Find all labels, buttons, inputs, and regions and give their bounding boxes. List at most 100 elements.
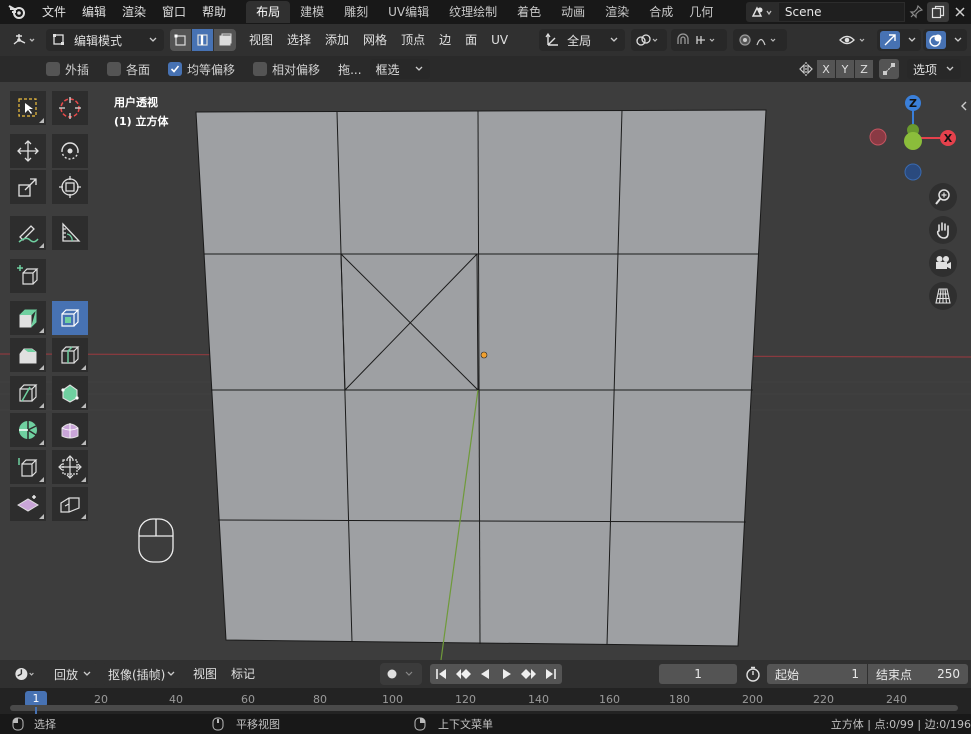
menu-view[interactable]: 视图 <box>242 29 280 51</box>
checkbox-even-offset[interactable] <box>168 62 183 76</box>
face-select-button[interactable] <box>214 29 236 51</box>
keying-menu[interactable]: 抠像(插帧) <box>102 663 182 685</box>
snapping-toggle[interactable] <box>671 29 728 51</box>
checkbox-extrapolate[interactable] <box>46 62 60 76</box>
menu-file[interactable]: 文件 <box>34 0 74 24</box>
timeline-scrollbar[interactable] <box>10 705 958 711</box>
mode-selector[interactable]: 编辑模式 <box>46 29 164 51</box>
auto-merge-button[interactable] <box>879 59 899 79</box>
start-frame-field[interactable]: 起始 1 <box>767 664 868 684</box>
tool-shrink-fatten[interactable] <box>52 450 88 484</box>
tool-move[interactable] <box>10 134 46 168</box>
tool-rip-region[interactable] <box>52 487 88 521</box>
tool-measure[interactable] <box>52 216 88 250</box>
mirror-y-toggle[interactable]: Y <box>836 60 854 78</box>
pan-button[interactable] <box>929 216 957 244</box>
end-frame-field[interactable]: 结束点 250 <box>868 664 969 684</box>
sidebar-toggle-arrow[interactable] <box>958 98 970 114</box>
blender-logo-icon[interactable] <box>0 0 34 24</box>
tool-bevel[interactable] <box>10 338 46 372</box>
tab-uv-editing[interactable]: UV编辑 <box>378 1 439 23</box>
proportional-editing-toggle[interactable] <box>733 29 788 51</box>
jump-start-button[interactable] <box>430 664 453 684</box>
tool-loop-cut[interactable] <box>52 338 88 372</box>
tab-shading[interactable]: 着色 <box>507 1 551 23</box>
menu-edit[interactable]: 编辑 <box>74 0 114 24</box>
play-reverse-button[interactable] <box>474 664 497 684</box>
tab-layout[interactable]: 布局 <box>246 1 291 23</box>
perspective-toggle-button[interactable] <box>929 282 957 310</box>
tool-select-box[interactable] <box>10 91 46 125</box>
camera-view-button[interactable] <box>929 249 957 277</box>
tab-modeling[interactable]: 建模 <box>290 1 334 23</box>
tool-rotate[interactable] <box>52 134 88 168</box>
tool-shear[interactable] <box>10 487 46 521</box>
tool-extrude[interactable] <box>10 301 46 335</box>
scene-browse-button[interactable] <box>746 2 778 22</box>
transform-orientation-selector[interactable]: 全局 <box>539 29 626 51</box>
tab-texture-paint[interactable]: 纹理绘制 <box>439 1 507 23</box>
edge-select-button[interactable] <box>192 29 214 51</box>
tool-annotate[interactable] <box>10 216 46 250</box>
timeline-editor-type[interactable] <box>10 663 42 685</box>
timeline-ruler[interactable]: 1 20 40 60 80 100 120 140 160 180 200 22… <box>0 688 971 714</box>
mirror-x-toggle[interactable]: X <box>817 60 835 78</box>
menu-add[interactable]: 添加 <box>318 29 356 51</box>
navigation-gizmo[interactable]: Z X <box>866 92 960 186</box>
drag-selector[interactable]: 框选 <box>369 59 430 79</box>
menu-select[interactable]: 选择 <box>280 29 318 51</box>
tool-scale[interactable] <box>10 170 46 204</box>
checkbox-relative-offset[interactable] <box>253 62 268 76</box>
checkbox-individual[interactable] <box>107 62 122 76</box>
tool-knife[interactable] <box>10 376 46 410</box>
gizmo-toggle[interactable] <box>877 29 921 51</box>
mirror-icon[interactable] <box>795 59 817 79</box>
tool-transform[interactable] <box>52 170 88 204</box>
option-relative-offset[interactable]: 相对偏移 <box>253 61 320 78</box>
tab-sculpting[interactable]: 雕刻 <box>334 1 378 23</box>
next-keyframe-button[interactable] <box>518 664 541 684</box>
3d-viewport[interactable]: 用户透视 (1) 立方体 Z X <box>0 82 971 660</box>
current-frame-field[interactable]: 1 <box>659 664 738 684</box>
new-scene-button[interactable] <box>927 2 950 22</box>
option-extrapolate[interactable]: 外插 <box>46 61 89 78</box>
tool-inset-faces[interactable] <box>52 301 88 335</box>
delete-scene-button[interactable] <box>949 2 971 22</box>
menu-face[interactable]: 面 <box>458 29 484 51</box>
option-individual[interactable]: 各面 <box>107 61 150 78</box>
menu-mesh[interactable]: 网格 <box>356 29 394 51</box>
zoom-button[interactable] <box>929 183 957 211</box>
menu-window[interactable]: 窗口 <box>154 0 194 24</box>
tool-edge-slide[interactable] <box>10 450 46 484</box>
overlays-toggle[interactable] <box>923 29 967 51</box>
tool-poly-build[interactable] <box>52 376 88 410</box>
tool-smooth[interactable] <box>52 413 88 447</box>
menu-help[interactable]: 帮助 <box>194 0 234 24</box>
prev-keyframe-button[interactable] <box>452 664 475 684</box>
jump-end-button[interactable] <box>540 664 563 684</box>
tab-geometry[interactable]: 几何 <box>683 1 713 23</box>
tool-add-cube[interactable] <box>10 259 46 293</box>
tool-cursor[interactable] <box>52 91 88 125</box>
playback-menu[interactable]: 回放 <box>48 663 98 685</box>
pin-scene-button[interactable] <box>905 2 927 22</box>
scene-name-field[interactable]: Scene <box>777 2 906 22</box>
menu-uv[interactable]: UV <box>484 29 515 51</box>
mirror-z-toggle[interactable]: Z <box>855 60 873 78</box>
visibility-selector[interactable] <box>835 29 875 51</box>
timeline-view-menu[interactable]: 视图 <box>186 663 224 685</box>
menu-edge[interactable]: 边 <box>432 29 458 51</box>
use-preview-range-button[interactable] <box>743 664 763 684</box>
vertex-select-button[interactable] <box>170 29 192 51</box>
pivot-point-selector[interactable] <box>631 29 668 51</box>
auto-keying-toggle[interactable] <box>380 663 423 685</box>
play-button[interactable] <box>496 664 519 684</box>
editor-type-button[interactable] <box>8 29 42 51</box>
menu-render[interactable]: 渲染 <box>114 0 154 24</box>
timeline-markers-menu[interactable]: 标记 <box>224 663 262 685</box>
tab-rendering[interactable]: 渲染 <box>595 1 639 23</box>
tab-animation[interactable]: 动画 <box>551 1 595 23</box>
tool-spin[interactable] <box>10 413 46 447</box>
tab-compositing[interactable]: 合成 <box>639 1 683 23</box>
menu-vertex[interactable]: 顶点 <box>394 29 432 51</box>
